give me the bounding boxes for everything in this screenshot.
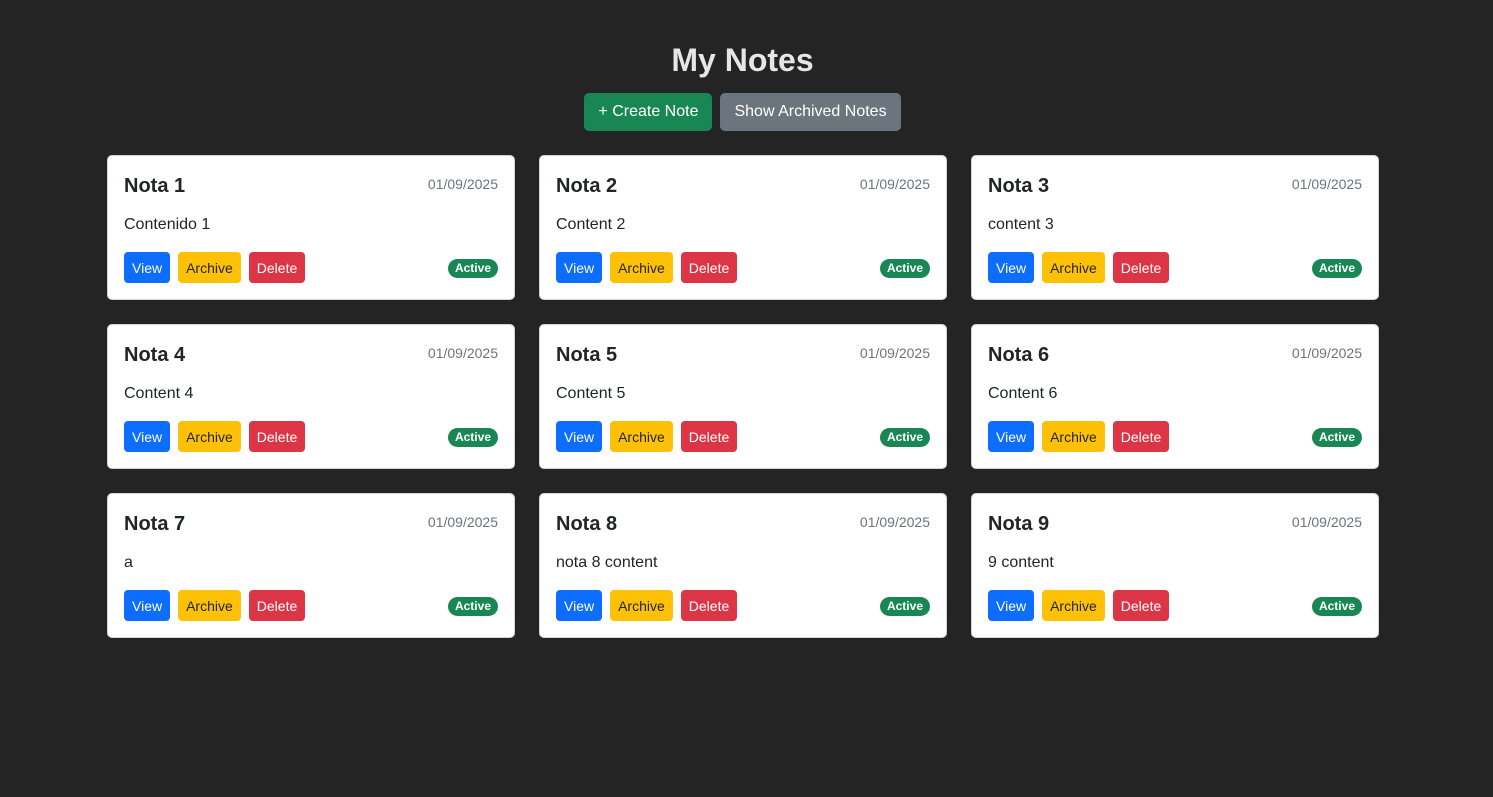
view-button[interactable]: View (556, 421, 603, 452)
note-card: Nota 4 01/09/2025 Content 4 View Archive… (107, 324, 515, 469)
note-title: Nota 2 (556, 175, 618, 197)
note-date: 01/09/2025 (859, 345, 930, 361)
delete-button[interactable]: Delete (1112, 252, 1170, 283)
note-actions: View Archive Delete (988, 421, 1170, 452)
note-actions: View Archive Delete (124, 421, 306, 452)
view-button[interactable]: View (556, 590, 603, 621)
archive-button[interactable]: Archive (610, 421, 673, 452)
note-title: Nota 9 (988, 513, 1050, 535)
note-card: Nota 1 01/09/2025 Contenido 1 View Archi… (107, 155, 515, 300)
note-actions: View Archive Delete (124, 590, 306, 621)
note-content: Content 2 (556, 216, 626, 233)
note-title: Nota 6 (988, 344, 1050, 366)
archive-button[interactable]: Archive (1042, 590, 1105, 621)
delete-button[interactable]: Delete (680, 421, 738, 452)
note-date: 01/09/2025 (1291, 176, 1362, 192)
status-badge: Active (1311, 259, 1362, 278)
show-archived-notes-button[interactable]: Show Archived Notes (720, 93, 901, 131)
status-badge: Active (879, 428, 930, 447)
note-content: content 3 (988, 216, 1054, 233)
note-date: 01/09/2025 (859, 514, 930, 530)
note-content: nota 8 content (556, 554, 658, 571)
delete-button[interactable]: Delete (680, 590, 738, 621)
note-actions: View Archive Delete (556, 252, 738, 283)
note-title: Nota 8 (556, 513, 618, 535)
note-content: Contenido 1 (124, 216, 211, 233)
note-date: 01/09/2025 (427, 514, 498, 530)
view-button[interactable]: View (124, 252, 171, 283)
note-content: a (124, 554, 133, 571)
note-title: Nota 7 (124, 513, 186, 535)
archive-button[interactable]: Archive (178, 252, 241, 283)
status-badge: Active (879, 597, 930, 616)
note-actions: View Archive Delete (988, 252, 1170, 283)
note-card: Nota 5 01/09/2025 Content 5 View Archive… (539, 324, 947, 469)
page-title: My Notes (671, 42, 814, 78)
status-badge: Active (447, 428, 498, 447)
note-title: Nota 3 (988, 175, 1050, 197)
note-content: Content 5 (556, 385, 626, 402)
view-button[interactable]: View (124, 421, 171, 452)
note-card: Nota 3 01/09/2025 content 3 View Archive… (971, 155, 1379, 300)
note-actions: View Archive Delete (556, 590, 738, 621)
note-actions: View Archive Delete (556, 421, 738, 452)
view-button[interactable]: View (988, 421, 1035, 452)
archive-button[interactable]: Archive (1042, 252, 1105, 283)
delete-button[interactable]: Delete (1112, 421, 1170, 452)
notes-grid: Nota 1 01/09/2025 Contenido 1 View Archi… (107, 155, 1379, 638)
note-title: Nota 4 (124, 344, 186, 366)
view-button[interactable]: View (988, 590, 1035, 621)
status-badge: Active (1311, 428, 1362, 447)
note-title: Nota 1 (124, 175, 186, 197)
note-date: 01/09/2025 (859, 176, 930, 192)
archive-button[interactable]: Archive (610, 252, 673, 283)
archive-button[interactable]: Archive (178, 421, 241, 452)
top-actions: + Create Note Show Archived Notes (0, 93, 1485, 131)
note-date: 01/09/2025 (427, 345, 498, 361)
note-content: 9 content (988, 554, 1054, 571)
create-note-button[interactable]: + Create Note (584, 93, 713, 131)
status-badge: Active (879, 259, 930, 278)
note-date: 01/09/2025 (1291, 345, 1362, 361)
archive-button[interactable]: Archive (610, 590, 673, 621)
note-card: Nota 7 01/09/2025 a View Archive Delete … (107, 493, 515, 638)
note-card: Nota 8 01/09/2025 nota 8 content View Ar… (539, 493, 947, 638)
note-actions: View Archive Delete (988, 590, 1170, 621)
note-date: 01/09/2025 (427, 176, 498, 192)
note-content: Content 4 (124, 385, 194, 402)
delete-button[interactable]: Delete (248, 252, 306, 283)
note-card: Nota 2 01/09/2025 Content 2 View Archive… (539, 155, 947, 300)
archive-button[interactable]: Archive (178, 590, 241, 621)
status-badge: Active (447, 259, 498, 278)
view-button[interactable]: View (124, 590, 171, 621)
delete-button[interactable]: Delete (680, 252, 738, 283)
note-card: Nota 6 01/09/2025 Content 6 View Archive… (971, 324, 1379, 469)
note-date: 01/09/2025 (1291, 514, 1362, 530)
note-content: Content 6 (988, 385, 1058, 402)
view-button[interactable]: View (988, 252, 1035, 283)
status-badge: Active (1311, 597, 1362, 616)
delete-button[interactable]: Delete (1112, 590, 1170, 621)
status-badge: Active (447, 597, 498, 616)
view-button[interactable]: View (556, 252, 603, 283)
note-title: Nota 5 (556, 344, 618, 366)
delete-button[interactable]: Delete (248, 421, 306, 452)
note-actions: View Archive Delete (124, 252, 306, 283)
note-card: Nota 9 01/09/2025 9 content View Archive… (971, 493, 1379, 638)
delete-button[interactable]: Delete (248, 590, 306, 621)
archive-button[interactable]: Archive (1042, 421, 1105, 452)
